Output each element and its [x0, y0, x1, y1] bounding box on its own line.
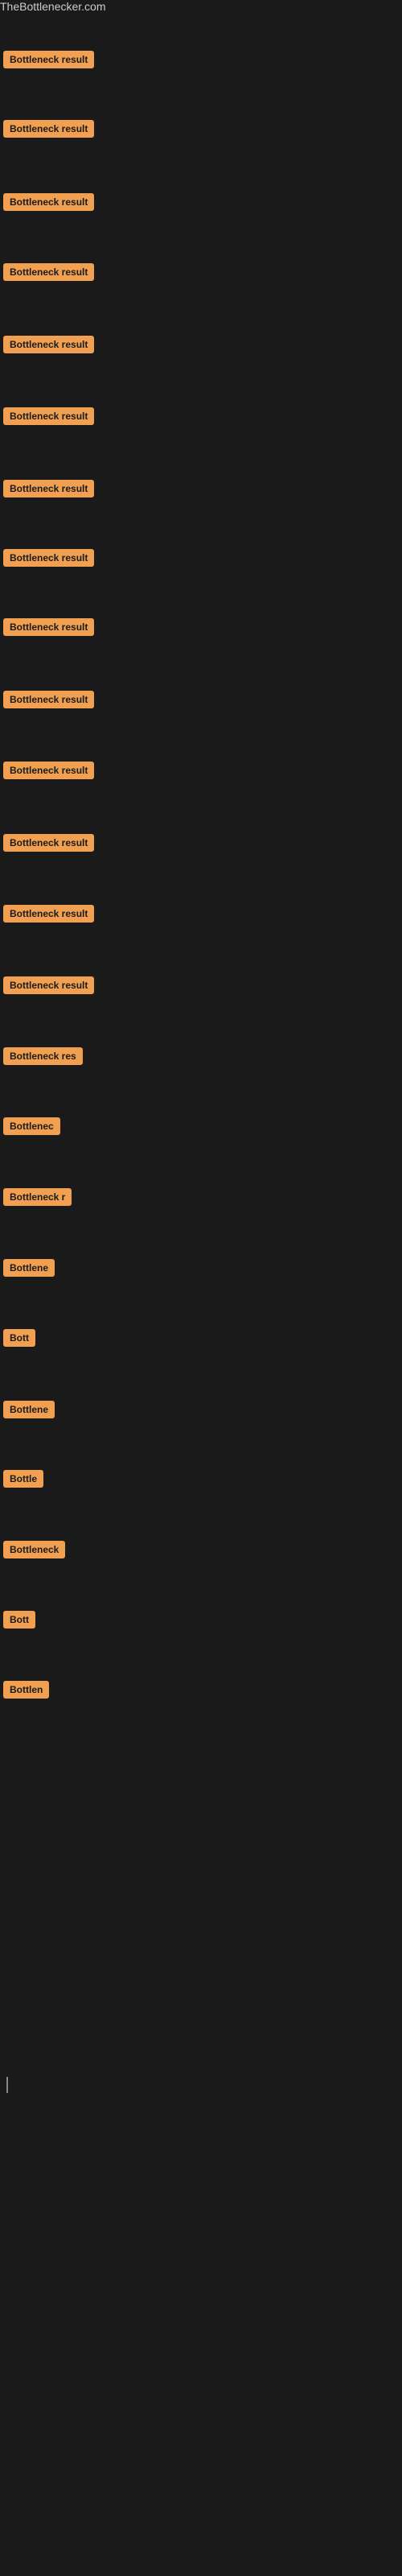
bottleneck-badge-12[interactable]: Bottleneck result	[3, 834, 94, 852]
bottleneck-badge-14[interactable]: Bottleneck result	[3, 976, 94, 994]
bottleneck-badge-11[interactable]: Bottleneck result	[3, 762, 94, 779]
bottleneck-badge-18[interactable]: Bottlene	[3, 1259, 55, 1277]
bottleneck-badge-5[interactable]: Bottleneck result	[3, 336, 94, 353]
bottleneck-badge-8[interactable]: Bottleneck result	[3, 549, 94, 567]
bottleneck-badge-17[interactable]: Bottleneck r	[3, 1188, 72, 1206]
bottleneck-badge-9[interactable]: Bottleneck result	[3, 618, 94, 636]
bottleneck-row-6: Bottleneck result	[0, 402, 402, 430]
bottleneck-row-4: Bottleneck result	[0, 258, 402, 286]
bottleneck-badge-22[interactable]: Bottleneck	[3, 1541, 65, 1558]
bottleneck-row-7: Bottleneck result	[0, 475, 402, 502]
bottleneck-row-12: Bottleneck result	[0, 829, 402, 857]
bottleneck-row-1: Bottleneck result	[0, 46, 402, 73]
bottleneck-badge-19[interactable]: Bott	[3, 1329, 35, 1347]
bottleneck-badge-3[interactable]: Bottleneck result	[3, 193, 94, 211]
bottleneck-row-8: Bottleneck result	[0, 544, 402, 572]
bottleneck-badge-6[interactable]: Bottleneck result	[3, 407, 94, 425]
bottleneck-row-24: Bottlen	[0, 1676, 402, 1703]
bottleneck-row-15: Bottleneck res	[0, 1042, 402, 1070]
bottleneck-row-17: Bottleneck r	[0, 1183, 402, 1211]
bottleneck-row-16: Bottlenec	[0, 1113, 402, 1140]
bottleneck-row-20: Bottlene	[0, 1396, 402, 1423]
bottleneck-row-19: Bott	[0, 1324, 402, 1352]
bottleneck-row-2: Bottleneck result	[0, 115, 402, 142]
bottleneck-badge-23[interactable]: Bott	[3, 1611, 35, 1629]
bottleneck-badge-10[interactable]: Bottleneck result	[3, 691, 94, 708]
bottleneck-row-5: Bottleneck result	[0, 331, 402, 358]
bottleneck-badge-2[interactable]: Bottleneck result	[3, 120, 94, 138]
bottleneck-badge-15[interactable]: Bottleneck res	[3, 1047, 83, 1065]
bottleneck-row-13: Bottleneck result	[0, 900, 402, 927]
bottleneck-row-23: Bott	[0, 1606, 402, 1633]
bottleneck-row-14: Bottleneck result	[0, 972, 402, 999]
bottleneck-row-3: Bottleneck result	[0, 188, 402, 216]
bottleneck-row-11: Bottleneck result	[0, 757, 402, 784]
bottleneck-badge-16[interactable]: Bottlenec	[3, 1117, 60, 1135]
bottleneck-badge-7[interactable]: Bottleneck result	[3, 480, 94, 497]
bottleneck-row-22: Bottleneck	[0, 1536, 402, 1563]
bottleneck-badge-24[interactable]: Bottlen	[3, 1681, 49, 1699]
site-header: TheBottlenecker.com	[0, 0, 402, 14]
bottleneck-row-21: Bottle	[0, 1465, 402, 1492]
bottleneck-row-9: Bottleneck result	[0, 613, 402, 641]
bottleneck-row-18: Bottlene	[0, 1254, 402, 1282]
bottleneck-badge-1[interactable]: Bottleneck result	[3, 51, 94, 68]
bottleneck-badge-4[interactable]: Bottleneck result	[3, 263, 94, 281]
bottleneck-badge-21[interactable]: Bottle	[3, 1470, 43, 1488]
cursor-line	[6, 2077, 8, 2093]
bottleneck-row-10: Bottleneck result	[0, 686, 402, 713]
bottleneck-badge-13[interactable]: Bottleneck result	[3, 905, 94, 923]
bottleneck-badge-20[interactable]: Bottlene	[3, 1401, 55, 1418]
